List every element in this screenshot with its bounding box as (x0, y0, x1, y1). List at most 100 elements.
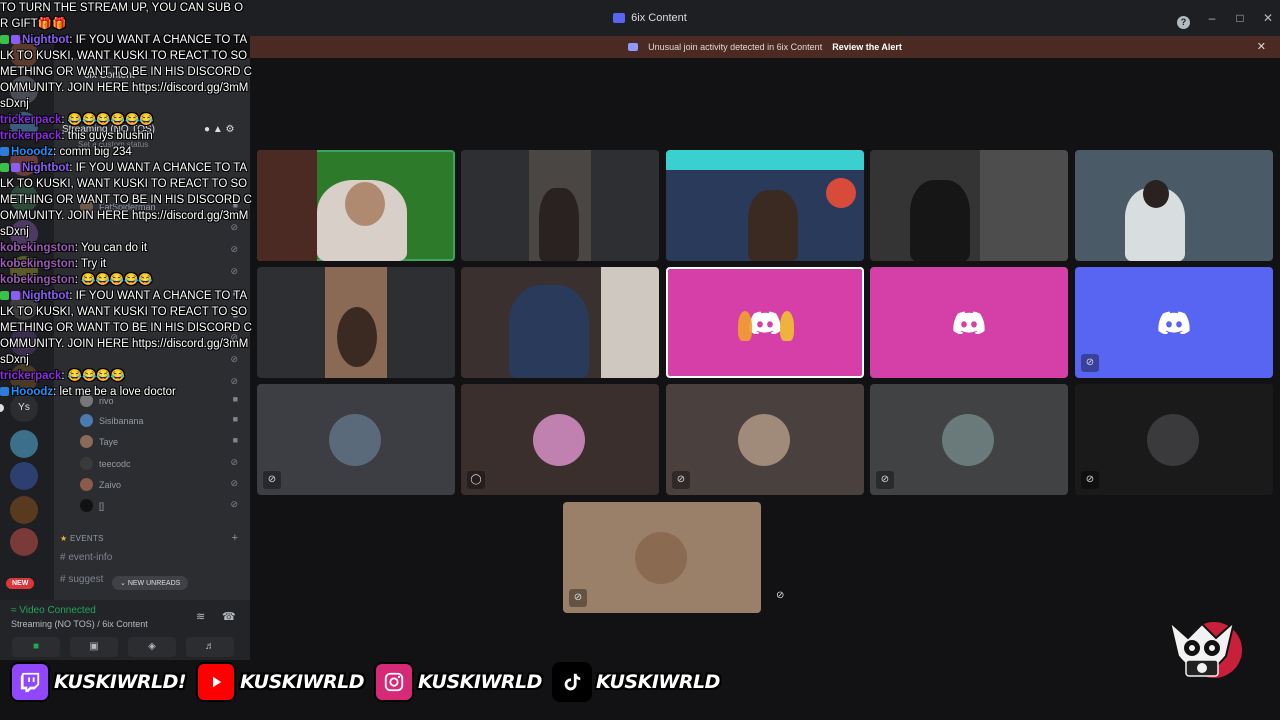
subscriber-badge-icon (0, 147, 9, 156)
verified-badge-icon (0, 291, 9, 300)
avatar (80, 414, 93, 427)
camera-glyph-icon (384, 672, 404, 692)
video-tile[interactable] (1075, 150, 1273, 261)
server-icon[interactable] (10, 430, 38, 458)
add-channel-icon[interactable]: + (232, 532, 238, 544)
voice-user[interactable]: Taye (80, 435, 118, 448)
minimize-icon[interactable]: – (1200, 11, 1224, 25)
twitch-handle: KUSKIWRLD! (54, 671, 187, 693)
video-tile[interactable]: ⊘ (1075, 384, 1273, 495)
social-banner: KUSKIWRLD! KUSKIWRLD KUSKIWRLD KUSKIWRLD (10, 660, 726, 704)
voice-user-name: [] (99, 500, 105, 511)
new-badge[interactable]: NEW (6, 578, 35, 589)
video-tile[interactable] (461, 150, 659, 261)
subscriber-badge-icon (0, 387, 9, 396)
chat-username: kobekingston (0, 274, 75, 286)
chat-username: kobekingston (0, 258, 75, 270)
video-tile[interactable] (666, 267, 864, 378)
video-tile[interactable]: ⊘ (563, 502, 761, 613)
voice-user[interactable]: teecodc (80, 457, 131, 470)
window-title: 6ix Content (613, 12, 687, 24)
voice-user[interactable]: Sisibanana (80, 414, 144, 427)
muted-icon: ⊘ (230, 457, 238, 467)
discord-icon (953, 311, 985, 334)
avatar (329, 414, 381, 466)
voice-location[interactable]: Streaming (NO TOS) / 6ix Content (11, 619, 148, 629)
wheel-decoration (826, 178, 856, 208)
maximize-icon[interactable]: □ (1228, 11, 1252, 25)
muted-icon: ⊘ (876, 471, 894, 489)
unread-indicator (0, 404, 4, 412)
muted-icon: ⊘ (1081, 471, 1099, 489)
window-title-text: 6ix Content (631, 12, 687, 24)
new-unreads-button[interactable]: ⌄ NEW UNREADS (112, 576, 189, 590)
video-tile[interactable] (257, 150, 455, 261)
camera-button[interactable]: ■ (12, 637, 60, 657)
participant-figure (539, 188, 579, 261)
shield-icon (628, 43, 639, 51)
chat-message: Hooodz: comm big 234 (0, 144, 252, 160)
bot-badge-icon (11, 35, 20, 44)
video-tile[interactable] (461, 267, 659, 378)
chat-text: TO TURN THE STREAM UP, YOU CAN SUB OR GI… (0, 2, 244, 30)
muted-icon: ⊘ (569, 589, 587, 607)
video-tile[interactable] (257, 267, 455, 378)
muted-icon: ⊘ (230, 478, 238, 488)
new-unreads-label: NEW UNREADS (127, 580, 181, 587)
video-tile[interactable] (870, 267, 1068, 378)
server-icon[interactable] (10, 528, 38, 556)
video-tile[interactable]: ⊘ (870, 384, 1068, 495)
voice-user[interactable]: Zaivo (80, 478, 121, 491)
participant-figure (748, 190, 798, 261)
chat-message: TO TURN THE STREAM UP, YOU CAN SUB OR GI… (0, 0, 250, 32)
note-glyph-icon (564, 673, 581, 691)
server-icon[interactable] (10, 462, 38, 490)
soundboard-button[interactable]: ♬ (186, 637, 234, 657)
chat-text: : this guys blushin (61, 130, 153, 142)
twitch-icon (10, 662, 50, 702)
discord-icon (1158, 311, 1190, 334)
video-tile[interactable]: ⊘ (1075, 267, 1273, 378)
server-icon[interactable] (10, 496, 38, 524)
avatar (80, 499, 93, 512)
screen-share-button[interactable]: ▣ (70, 637, 118, 657)
avatar (738, 414, 790, 466)
chat-message: trickerpack: 😂😂😂😂😂😂 (0, 112, 252, 128)
close-alert-icon[interactable]: ✕ (1257, 40, 1266, 53)
avatar (80, 478, 93, 491)
alert-bar: Unusual join activity detected in 6ix Co… (250, 36, 1280, 58)
category-events[interactable]: ★ EVENTS (60, 534, 104, 543)
chat-username: trickerpack (0, 130, 62, 142)
chat-username: kobekingston (0, 242, 75, 254)
led-light (666, 150, 864, 170)
muted-icon: ⊘ (230, 499, 238, 509)
chat-username: Hooodz (11, 146, 54, 158)
video-tile[interactable]: ◯ (461, 384, 659, 495)
stream-chat-overlay: TO TURN THE STREAM UP, YOU CAN SUB OR GI… (0, 0, 252, 400)
video-tile[interactable] (870, 150, 1068, 261)
video-tile[interactable]: ⊘ (666, 384, 864, 495)
chat-message: kobekingston: You can do it (0, 240, 252, 256)
close-window-icon[interactable]: ✕ (1256, 11, 1280, 25)
voice-connection-panel: ≈ Video Connected Streaming (NO TOS) / 6… (0, 600, 250, 660)
voice-user[interactable]: [] (80, 499, 104, 512)
chat-message: trickerpack: 😂😂😂😂 (0, 368, 252, 384)
activity-button[interactable]: ◈ (128, 637, 176, 657)
chat-username: trickerpack (0, 370, 62, 382)
noise-suppression-icon[interactable]: ≋ (196, 610, 205, 623)
chat-text: : let me be a love doctor (53, 386, 176, 398)
help-icon[interactable]: ? (1177, 16, 1190, 29)
muted-icon: ⊘ (776, 590, 785, 601)
instagram-icon (374, 662, 415, 702)
disconnect-icon[interactable]: ☎ (222, 610, 236, 623)
video-icon: ■ (232, 414, 238, 424)
verified-badge-icon (0, 163, 9, 172)
bot-badge-icon (11, 291, 20, 300)
chat-username: Nightbot (22, 290, 70, 302)
channel-suggest[interactable]: # suggest (60, 574, 103, 585)
video-tile[interactable] (666, 150, 864, 261)
video-tile[interactable]: ⊘ (257, 384, 455, 495)
muted-icon: ⊘ (263, 471, 281, 489)
review-alert-button[interactable]: Review the Alert (832, 42, 902, 52)
channel-event-info[interactable]: # event-info (60, 552, 112, 563)
